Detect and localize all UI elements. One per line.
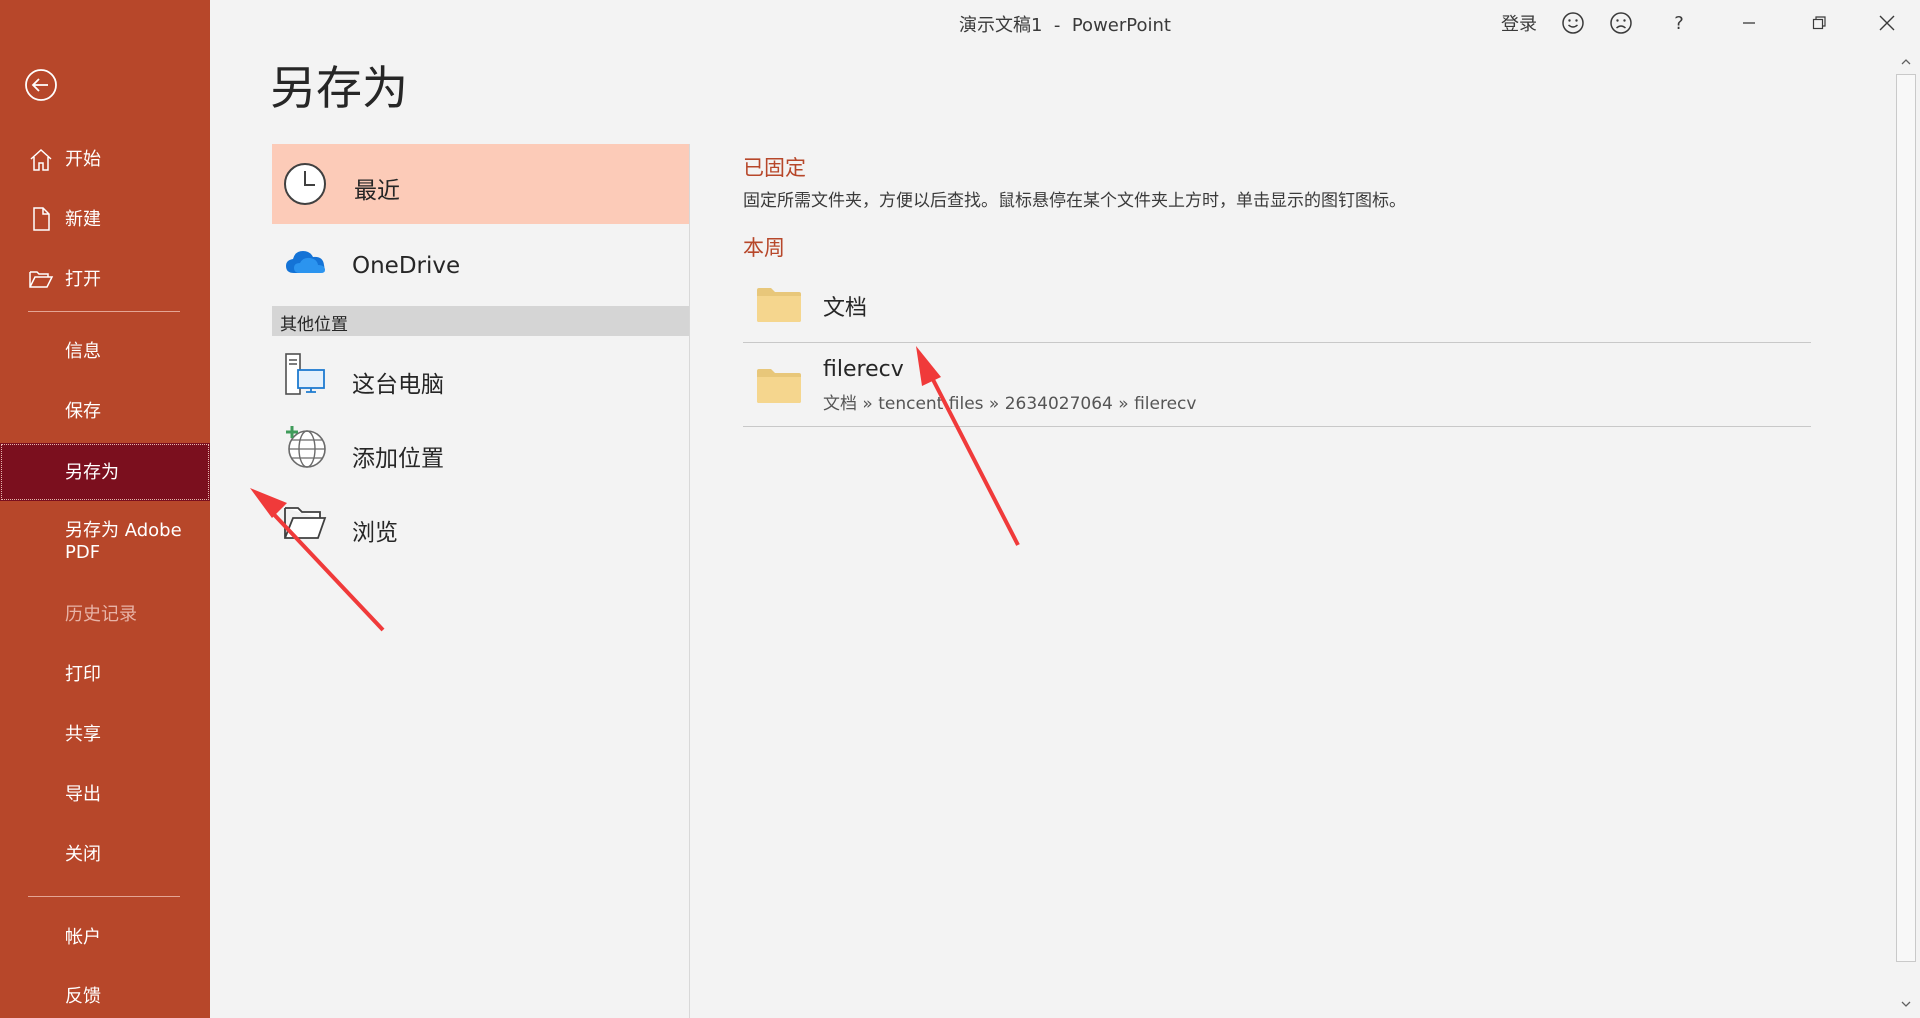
- location-label: 最近: [354, 178, 400, 204]
- location-recent[interactable]: 最近: [272, 144, 690, 224]
- nav-label: 另存为: [65, 461, 119, 483]
- nav-label: 反馈: [65, 985, 101, 1007]
- browse-folder-icon: [284, 507, 327, 539]
- nav-item-close[interactable]: 关闭: [0, 831, 210, 877]
- powerpoint-backstage: 开始 新建 打开 信息 保存 另存为 另存为 Adobe PDF 历史记录 打印…: [0, 0, 1920, 1018]
- nav-label: 信息: [65, 340, 101, 362]
- folder-path: 文档 » tencent files » 2634027064 » filere…: [823, 394, 1197, 414]
- restore-button[interactable]: [1796, 8, 1842, 38]
- nav-item-home[interactable]: 开始: [0, 136, 210, 182]
- other-locations-header: 其他位置: [272, 306, 690, 336]
- nav-label: 打印: [65, 663, 101, 685]
- smile-icon: [1562, 12, 1584, 34]
- nav-label: 导出: [65, 783, 101, 805]
- scroll-down-button[interactable]: [1898, 996, 1914, 1012]
- nav-item-save-as[interactable]: 另存为: [0, 443, 210, 501]
- pinned-description: 固定所需文件夹，方便以后查找。鼠标悬停在某个文件夹上方时，单击显示的图钉图标。: [743, 191, 1406, 211]
- help-button[interactable]: ?: [1662, 8, 1696, 38]
- home-icon: [30, 148, 52, 171]
- open-folder-icon: [29, 271, 54, 288]
- nav-label: 保存: [65, 400, 101, 422]
- back-arrow-icon: [25, 69, 57, 101]
- scroll-up-button[interactable]: [1898, 54, 1914, 70]
- folder-name: 文档: [823, 296, 868, 321]
- new-document-icon: [33, 207, 50, 231]
- chevron-down-icon: [1901, 1001, 1911, 1007]
- restore-icon: [1812, 16, 1826, 30]
- minimize-icon: [1743, 22, 1755, 24]
- location-label: OneDrive: [352, 253, 461, 279]
- location-label: 浏览: [352, 520, 398, 546]
- folder-row-filerecv[interactable]: filerecv 文档 » tencent files » 2634027064…: [743, 343, 1811, 427]
- sign-in-label: 登录: [1501, 14, 1537, 35]
- nav-item-save-as-adobe-pdf[interactable]: 另存为 Adobe PDF: [0, 512, 210, 572]
- close-icon: [1879, 15, 1895, 31]
- vertical-scrollbar[interactable]: [1894, 52, 1918, 1018]
- nav-item-print[interactable]: 打印: [0, 651, 210, 697]
- title-bar: 演示文稿1 - PowerPoint 登录 ?: [210, 0, 1920, 46]
- minimize-button[interactable]: [1726, 8, 1772, 38]
- nav-separator: [28, 311, 180, 312]
- pinned-heading: 已固定: [743, 156, 806, 180]
- folder-name: filerecv: [823, 357, 904, 382]
- nav-item-save[interactable]: 保存: [0, 388, 210, 434]
- add-place-globe-icon: [286, 426, 326, 468]
- nav-label: 另存为 Adobe PDF: [65, 520, 182, 563]
- page-title: 另存为: [270, 61, 408, 115]
- nav-item-info[interactable]: 信息: [0, 328, 210, 374]
- send-smile-button[interactable]: [1556, 8, 1590, 38]
- nav-separator: [28, 896, 180, 897]
- back-button[interactable]: [22, 66, 60, 104]
- save-locations: 最近 OneDrive 其他位置 这台电脑 添加位置 浏览: [272, 144, 690, 1018]
- nav-item-history: 历史记录: [0, 591, 210, 637]
- this-week-heading: 本周: [743, 236, 785, 260]
- nav-label: 共享: [65, 723, 101, 745]
- frown-icon: [1610, 12, 1632, 34]
- nav-label: 历史记录: [65, 603, 137, 625]
- computer-icon: [285, 353, 325, 395]
- location-onedrive[interactable]: OneDrive: [272, 226, 690, 306]
- column-divider: [689, 144, 690, 1018]
- folder-icon: [757, 369, 801, 403]
- location-label: 添加位置: [352, 446, 444, 472]
- nav-item-open[interactable]: 打开: [0, 256, 210, 302]
- nav-label: 帐户: [65, 926, 101, 948]
- nav-item-new[interactable]: 新建: [0, 196, 210, 242]
- nav-item-export[interactable]: 导出: [0, 771, 210, 817]
- clock-icon: [284, 163, 326, 205]
- sign-in-button[interactable]: 登录: [1492, 8, 1546, 38]
- nav-label: 新建: [65, 208, 101, 230]
- close-button[interactable]: [1864, 8, 1910, 38]
- nav-label: 打开: [65, 268, 101, 290]
- location-label: 这台电脑: [352, 372, 444, 398]
- help-icon: ?: [1674, 12, 1684, 34]
- nav-label: 开始: [65, 148, 101, 170]
- nav-item-feedback[interactable]: 反馈: [0, 974, 210, 1018]
- send-frown-button[interactable]: [1604, 8, 1638, 38]
- nav-label: 关闭: [65, 843, 101, 865]
- chevron-up-icon: [1901, 59, 1911, 65]
- folder-icon: [757, 288, 801, 322]
- location-this-pc[interactable]: 这台电脑: [272, 338, 690, 418]
- location-browse[interactable]: 浏览: [272, 486, 690, 566]
- nav-item-account[interactable]: 帐户: [0, 914, 210, 960]
- nav-item-share[interactable]: 共享: [0, 711, 210, 757]
- scrollbar-thumb[interactable]: [1896, 74, 1916, 962]
- onedrive-cloud-icon: [286, 251, 325, 273]
- folder-row-documents[interactable]: 文档: [743, 268, 1811, 343]
- location-add-place[interactable]: 添加位置: [272, 412, 690, 492]
- backstage-nav: 开始 新建 打开 信息 保存 另存为 另存为 Adobe PDF 历史记录 打印…: [0, 0, 210, 1018]
